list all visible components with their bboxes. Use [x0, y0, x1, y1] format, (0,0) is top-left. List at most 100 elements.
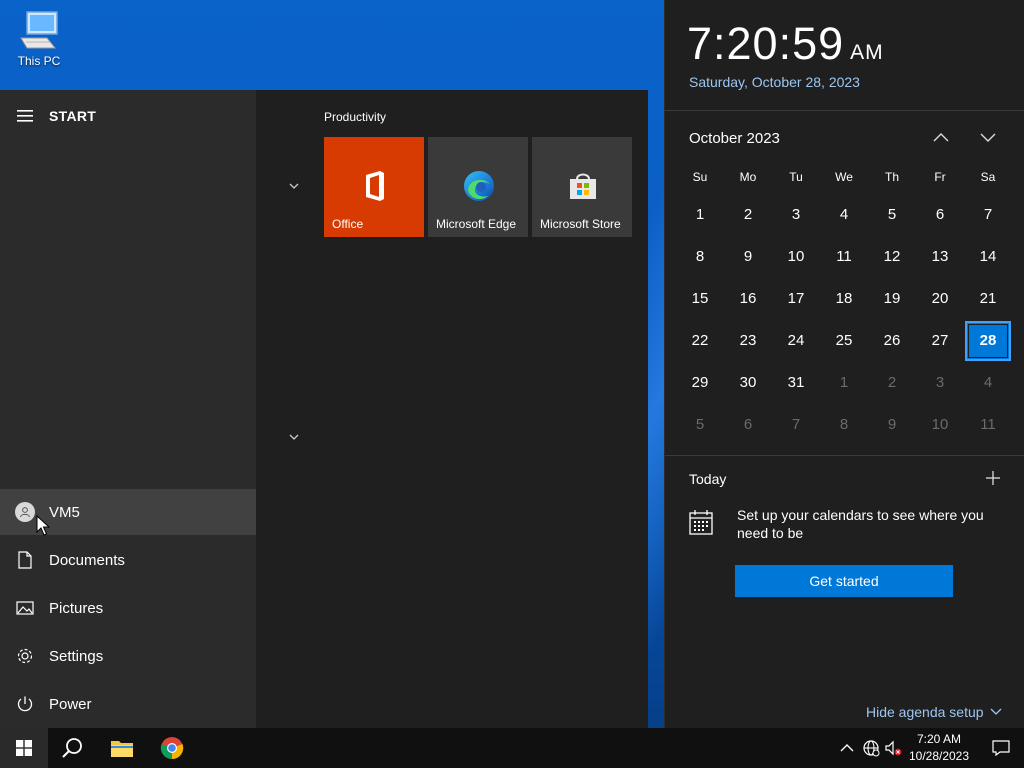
calendar-day[interactable]: 3 [917, 363, 963, 403]
tile-microsoft-edge[interactable]: Microsoft Edge [428, 137, 528, 237]
add-event-icon[interactable] [985, 470, 1001, 486]
tile-microsoft-store[interactable]: Microsoft Store [532, 137, 632, 237]
chevron-down-icon[interactable] [286, 431, 302, 443]
weekday-label: Su [692, 170, 708, 184]
this-pc-icon [20, 11, 58, 49]
calendar-day[interactable]: 30 [725, 363, 771, 403]
chevron-down-icon [990, 708, 1002, 715]
calendar-day[interactable]: 1 [821, 363, 867, 403]
chevron-down-icon[interactable] [286, 180, 302, 192]
calendar-day[interactable]: 13 [917, 237, 963, 277]
nav-label: Pictures [49, 599, 104, 617]
calendar-day[interactable]: 2 [725, 195, 771, 235]
divider [665, 455, 1024, 456]
calendar-day[interactable]: 15 [677, 279, 723, 319]
calendar-day[interactable]: 26 [869, 321, 915, 361]
hide-agenda-link[interactable]: Hide agenda setup [866, 704, 1002, 720]
start-header[interactable]: START [0, 90, 256, 142]
calendar-day-selected[interactable]: 28 [965, 321, 1011, 361]
calendar-day[interactable]: 8 [677, 237, 723, 277]
calendar-day[interactable]: 4 [821, 195, 867, 235]
calendar-day[interactable]: 25 [821, 321, 867, 361]
weekday-label: Fr [934, 170, 946, 184]
nav-power[interactable]: Power [0, 681, 256, 727]
avatar-wrap [15, 501, 35, 523]
network-icon[interactable] [862, 739, 880, 757]
agenda-setup-text: Set up your calendars to see where you n… [737, 507, 984, 541]
calendar-day[interactable]: 2 [869, 363, 915, 403]
tile-label: Microsoft Store [540, 217, 621, 231]
calendar-day[interactable]: 6 [917, 195, 963, 235]
calendar-day[interactable]: 12 [869, 237, 915, 277]
calendar-day[interactable]: 9 [725, 237, 771, 277]
calendar-day[interactable]: 14 [965, 237, 1011, 277]
nav-label: Settings [49, 647, 104, 665]
gear-icon [15, 645, 35, 667]
calendar-day[interactable]: 10 [773, 237, 819, 277]
weekday-label: Th [884, 170, 899, 184]
start-menu: START VM5 Documents Pictures Settings Po… [0, 90, 648, 728]
taskbar-search-button[interactable] [48, 728, 96, 768]
calendar-day[interactable]: 11 [821, 237, 867, 277]
calendar-day[interactable]: 10 [917, 405, 963, 445]
calendar-day[interactable]: 17 [773, 279, 819, 319]
calendar-day[interactable]: 29 [677, 363, 723, 403]
calendar-day[interactable]: 4 [965, 363, 1011, 403]
calendar-icon [689, 510, 713, 535]
folder-icon [111, 741, 133, 757]
calendar-day[interactable]: 5 [677, 405, 723, 445]
tile-office[interactable]: Office [324, 137, 424, 237]
calendar-day[interactable]: 27 [917, 321, 963, 361]
calendar-day[interactable]: 24 [773, 321, 819, 361]
taskbar: 7:20 AM 10/28/2023 [0, 728, 1024, 768]
clock-date[interactable]: Saturday, October 28, 2023 [689, 74, 860, 90]
calendar-day[interactable]: 9 [869, 405, 915, 445]
edge-icon [464, 171, 494, 201]
calendar-day[interactable]: 23 [725, 321, 771, 361]
clock-time-value: 7:20:59 [687, 18, 845, 69]
calendar-day[interactable]: 8 [821, 405, 867, 445]
document-icon [15, 549, 35, 571]
taskbar-clock[interactable]: 7:20 AM 10/28/2023 [906, 731, 972, 765]
calendar-day[interactable]: 16 [725, 279, 771, 319]
clock-ampm: AM [850, 41, 884, 64]
calendar-day[interactable]: 6 [725, 405, 771, 445]
nav-settings[interactable]: Settings [0, 633, 256, 679]
calendar-day[interactable]: 18 [821, 279, 867, 319]
calendar-day[interactable]: 1 [677, 195, 723, 235]
action-center-button[interactable] [978, 728, 1024, 768]
calendar-day[interactable]: 5 [869, 195, 915, 235]
chevron-down-icon[interactable] [979, 130, 997, 144]
chrome-icon [160, 737, 184, 760]
calendar-day[interactable]: 31 [773, 363, 819, 403]
calendar-day[interactable]: 3 [773, 195, 819, 235]
weekday-label: Sa [980, 170, 996, 184]
nav-label: Documents [49, 551, 125, 569]
calendar-day[interactable]: 21 [965, 279, 1011, 319]
weekday-label: Tu [789, 170, 803, 184]
calendar-day[interactable]: 19 [869, 279, 915, 319]
calendar-flyout: 7:20:59 AM Saturday, October 28, 2023 Oct… [664, 0, 1024, 728]
calendar-day[interactable]: 11 [965, 405, 1011, 445]
taskbar-clock-date: 10/28/2023 [908, 749, 970, 763]
notification-icon [992, 740, 1010, 756]
volume-muted-icon[interactable] [884, 739, 902, 757]
get-started-button[interactable]: Get started [735, 565, 953, 597]
calendar-day[interactable]: 22 [677, 321, 723, 361]
pictures-icon [15, 597, 35, 619]
search-icon [62, 738, 82, 758]
calendar-month-title[interactable]: October 2023 [689, 130, 780, 147]
nav-pictures[interactable]: Pictures [0, 585, 256, 631]
clock-time: 7:20:59 AM [687, 18, 884, 70]
calendar-day[interactable]: 7 [965, 195, 1011, 235]
calendar-day[interactable]: 7 [773, 405, 819, 445]
desktop-icon-this-pc[interactable]: This PC [10, 8, 68, 74]
taskbar-file-explorer[interactable] [98, 728, 146, 768]
chevron-up-icon[interactable] [838, 739, 856, 757]
calendar-day[interactable]: 20 [917, 279, 963, 319]
chevron-up-icon[interactable] [932, 130, 950, 144]
start-button[interactable] [0, 728, 48, 768]
taskbar-chrome[interactable] [148, 728, 196, 768]
hamburger-menu-icon[interactable] [17, 110, 33, 122]
nav-documents[interactable]: Documents [0, 537, 256, 583]
